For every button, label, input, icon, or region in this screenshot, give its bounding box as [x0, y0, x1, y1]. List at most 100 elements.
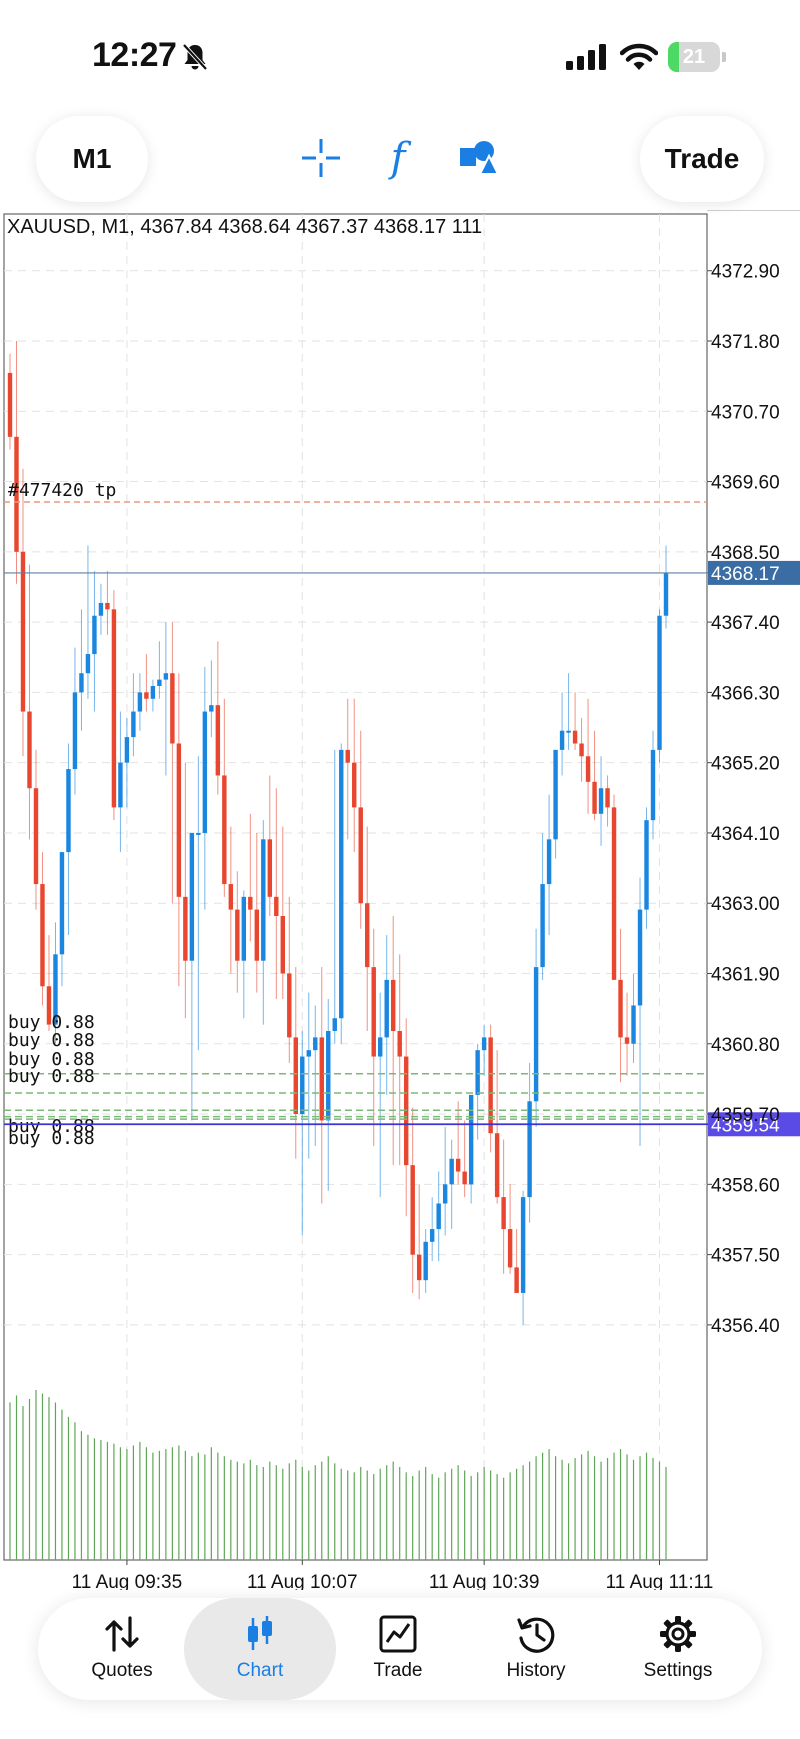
buy-order-label: buy 0.88	[8, 1128, 95, 1149]
candle-bull	[261, 839, 266, 961]
candle-bull	[481, 1037, 487, 1051]
price-tick-label: 4367.40	[711, 613, 780, 634]
price-chart[interactable]: #477420 tp buy 0.88 buy 0.88 buy 0.88 buy 0.…	[0, 210, 800, 1590]
price-tick-label: 4359.70	[711, 1105, 780, 1126]
candle-bull	[631, 1005, 636, 1044]
candle-bull	[566, 730, 571, 733]
candle-bear	[7, 372, 13, 437]
candle-bull	[332, 1018, 337, 1031]
crosshair-icon[interactable]	[293, 130, 349, 186]
candle-bear	[494, 1133, 500, 1198]
current-price-label: 4368.17	[711, 564, 780, 585]
candle-bear	[416, 1254, 422, 1281]
chart-icon	[248, 1616, 272, 1650]
status-time: 12:27	[92, 36, 177, 74]
candle-bull	[657, 615, 662, 750]
candle-bull	[85, 654, 91, 674]
chart-canvas[interactable]: #477420 tpbuy 0.88buy 0.88buy 0.88buy 0.…	[0, 210, 800, 1590]
nav-quotes-label: Quotes	[91, 1660, 153, 1681]
candle-bear	[287, 973, 292, 1038]
trade-button[interactable]: Trade	[640, 116, 764, 202]
chart-frame	[3, 213, 708, 1561]
price-tick-label: 4371.80	[711, 332, 780, 353]
nav-chart[interactable]: Chart	[184, 1598, 336, 1700]
candle-bear	[20, 551, 26, 712]
candle-bear	[248, 896, 253, 910]
price-tick-label: 4363.00	[711, 894, 780, 915]
candle-bull	[533, 967, 539, 1102]
candle-bull	[436, 1203, 441, 1230]
signal-icon	[566, 44, 606, 70]
candle-bear	[352, 762, 357, 808]
price-tick-label: 4356.40	[711, 1316, 780, 1337]
candle-bear	[111, 609, 117, 808]
candle-bear	[170, 673, 175, 744]
objects-icon[interactable]	[450, 130, 506, 186]
candle-bear	[592, 781, 597, 814]
nav-chart-label: Chart	[236, 1660, 284, 1681]
price-tick-label: 4358.60	[711, 1175, 780, 1196]
candle-bear	[254, 909, 260, 961]
candle-bull	[92, 615, 97, 655]
indicators-icon[interactable]: f	[370, 130, 426, 186]
nav-history[interactable]: History	[466, 1598, 606, 1700]
candle-bull	[209, 705, 214, 712]
price-tick-label: 4365.20	[711, 754, 780, 775]
candle-bull	[118, 762, 123, 808]
candle-bear	[267, 839, 273, 897]
candle-bear	[280, 916, 286, 974]
price-tick-label: 4361.90	[711, 965, 780, 986]
candle-bull	[423, 1241, 428, 1281]
candle-bear	[228, 884, 234, 910]
candle-bear	[618, 979, 623, 1038]
battery-percent: 21	[682, 46, 706, 68]
candle-bear	[215, 705, 221, 776]
candle-bull	[79, 673, 84, 693]
candle-bull	[202, 711, 208, 833]
trade-icon	[379, 1615, 417, 1653]
candle-bear	[462, 1171, 467, 1185]
candle-bull	[559, 730, 565, 750]
candle-bull	[306, 1050, 311, 1057]
nav-history-label: History	[506, 1660, 566, 1681]
battery-icon: 21	[668, 42, 726, 72]
price-tick-label: 4357.50	[711, 1246, 780, 1267]
candle-bull	[124, 737, 130, 763]
price-tick-label: 4364.10	[711, 824, 780, 845]
time-tick-label: 11 Aug 10:39	[429, 1572, 540, 1590]
nav-trade[interactable]: Trade	[328, 1598, 468, 1700]
chart-symbol-info: XAUUSD, M1, 4367.84 4368.64 4367.37 4368…	[7, 216, 483, 238]
wifi-icon	[620, 43, 658, 70]
candle-bear	[358, 807, 363, 904]
candle-bull	[196, 832, 201, 835]
candle-bull	[553, 749, 558, 840]
candle-bear	[397, 1031, 402, 1057]
candle-bull	[326, 1031, 331, 1121]
price-tick-label: 4372.90	[711, 262, 780, 283]
candle-bull	[72, 692, 78, 770]
buy-order-label: buy 0.88	[8, 1030, 95, 1051]
candle-bear	[371, 967, 376, 1057]
bell-slash-icon	[182, 43, 208, 71]
candle-bear	[611, 807, 617, 980]
candle-bear	[410, 1165, 415, 1255]
price-tick-label: 4360.80	[711, 1035, 780, 1056]
nav-trade-label: Trade	[373, 1660, 423, 1681]
candle-bear	[33, 788, 39, 885]
nav-settings-label: Settings	[643, 1660, 713, 1681]
timeframe-button[interactable]: M1	[36, 116, 148, 202]
candle-bear	[345, 749, 350, 763]
candle-bull	[313, 1037, 318, 1051]
nav-quotes[interactable]: Quotes	[52, 1598, 192, 1700]
history-icon	[517, 1617, 555, 1653]
chart-toolbar: M1 f Trade	[0, 110, 800, 210]
candle-bear	[27, 711, 32, 789]
price-tick-label: 4370.70	[711, 402, 780, 423]
candle-bull	[163, 673, 169, 680]
candle-bull	[468, 1094, 474, 1185]
candle-bear	[222, 775, 227, 885]
candle-bear	[605, 788, 610, 808]
nav-settings[interactable]: Settings	[608, 1598, 748, 1700]
price-tick-label: 4366.30	[711, 683, 780, 704]
candle-bear	[501, 1197, 506, 1230]
